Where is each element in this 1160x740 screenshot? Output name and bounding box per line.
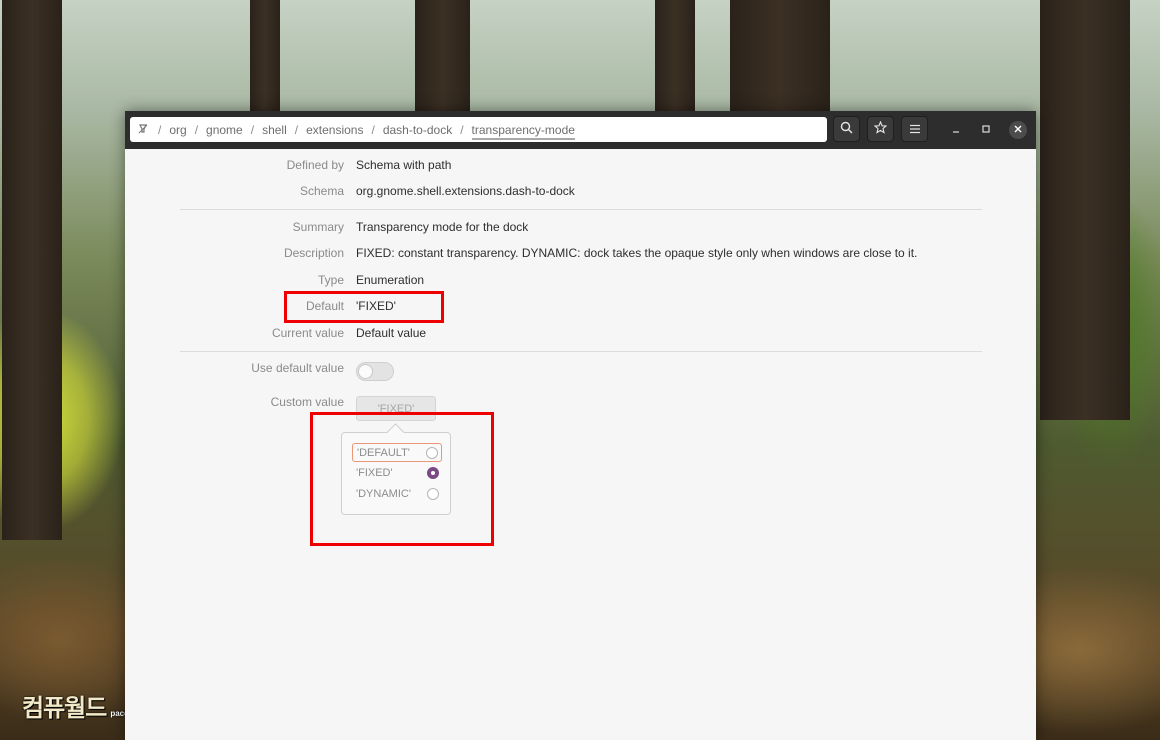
- row-custom-value: Custom value: [125, 395, 1036, 413]
- minimize-button[interactable]: [947, 121, 965, 139]
- description-value: FIXED: constant transparency. DYNAMIC: d…: [356, 246, 918, 260]
- row-summary: Summary Transparency mode for the dock: [125, 220, 1036, 238]
- defined-by-label: Defined by: [286, 158, 344, 172]
- current-value-label: Current value: [271, 326, 344, 340]
- option-fixed[interactable]: 'FIXED': [352, 464, 442, 483]
- pin-icon[interactable]: [136, 123, 150, 137]
- option-label: 'DEFAULT': [357, 447, 410, 459]
- path-segment-gnome[interactable]: gnome: [206, 123, 243, 137]
- path-segment-org[interactable]: org: [169, 123, 186, 137]
- path-separator: /: [294, 122, 299, 137]
- bookmarks-button[interactable]: [867, 116, 894, 142]
- dconf-editor-window: / org / gnome / shell / extensions / das…: [125, 111, 1036, 740]
- close-button[interactable]: [1009, 121, 1027, 139]
- path-separator: /: [460, 122, 464, 137]
- description-label: Description: [283, 246, 344, 260]
- key-details-panel: Defined by Schema with path Schema org.g…: [125, 149, 1036, 740]
- type-label: Type: [317, 273, 344, 287]
- switch-knob: [358, 364, 373, 379]
- wallpaper-tree: [1040, 0, 1130, 420]
- radio-unchecked-icon[interactable]: [427, 488, 439, 500]
- path-bar[interactable]: / org / gnome / shell / extensions / das…: [130, 117, 827, 142]
- custom-value-label: Custom value: [270, 395, 344, 409]
- radio-unchecked-icon[interactable]: [426, 447, 438, 459]
- maximize-button[interactable]: [977, 121, 995, 139]
- enum-options-popover: 'DEFAULT' 'FIXED' 'DYNAMIC': [341, 423, 451, 515]
- headerbar: / org / gnome / shell / extensions / das…: [125, 111, 1036, 149]
- option-label: 'DYNAMIC': [356, 488, 411, 500]
- wallpaper-tree: [730, 0, 830, 111]
- search-button[interactable]: [833, 116, 860, 142]
- path-separator: /: [194, 122, 199, 137]
- row-use-default: Use default value: [125, 361, 1036, 379]
- option-default[interactable]: 'DEFAULT': [352, 443, 442, 462]
- watermark-brand: 컴퓨월드: [22, 695, 107, 722]
- row-description: Description FIXED: constant transparency…: [125, 246, 1036, 264]
- summary-value: Transparency mode for the dock: [356, 220, 529, 234]
- path-segment-shell[interactable]: shell: [262, 123, 287, 137]
- use-default-switch[interactable]: [356, 362, 394, 381]
- type-value: Enumeration: [356, 273, 425, 287]
- defined-by-value: Schema with path: [356, 158, 452, 172]
- radio-checked-icon[interactable]: [427, 467, 439, 479]
- close-icon: [1014, 125, 1022, 136]
- row-defined-by: Defined by Schema with path: [125, 158, 1036, 176]
- minimize-icon: [951, 123, 961, 137]
- option-dynamic[interactable]: 'DYNAMIC': [352, 485, 442, 504]
- path-segment-dash-to-dock[interactable]: dash-to-dock: [383, 123, 452, 137]
- row-type: Type Enumeration: [125, 273, 1036, 291]
- wallpaper-tree: [2, 0, 62, 540]
- row-default: Default 'FIXED': [125, 299, 1036, 317]
- search-icon: [840, 121, 853, 137]
- current-value-value: Default value: [356, 326, 427, 340]
- row-schema: Schema org.gnome.shell.extensions.dash-t…: [125, 184, 1036, 202]
- custom-value-dropdown[interactable]: 'FIXED': [356, 396, 436, 421]
- main-menu-button[interactable]: [901, 116, 928, 142]
- star-icon: [873, 120, 888, 137]
- default-value: 'FIXED': [356, 299, 396, 313]
- row-current-value: Current value Default value: [125, 326, 1036, 344]
- wallpaper-tree: [250, 0, 280, 111]
- path-separator: /: [250, 122, 255, 137]
- divider: [180, 351, 982, 352]
- maximize-icon: [981, 123, 991, 137]
- summary-label: Summary: [292, 220, 344, 234]
- option-label: 'FIXED': [356, 467, 393, 479]
- hamburger-menu-icon: [909, 122, 921, 137]
- use-default-label: Use default value: [251, 361, 344, 375]
- wallpaper-tree: [415, 0, 470, 111]
- schema-value: org.gnome.shell.extensions.dash-to-dock: [356, 184, 575, 198]
- path-separator: /: [158, 122, 162, 137]
- custom-value-selected: 'FIXED': [377, 402, 415, 415]
- divider: [180, 209, 982, 210]
- path-segment-extensions[interactable]: extensions: [306, 123, 363, 137]
- default-label: Default: [305, 299, 344, 313]
- popover-arrow: [386, 423, 405, 442]
- path-segment-transparency-mode[interactable]: transparency-mode: [471, 123, 575, 140]
- wallpaper-tree: [655, 0, 695, 111]
- path-separator: /: [371, 122, 375, 137]
- schema-label: Schema: [299, 184, 344, 198]
